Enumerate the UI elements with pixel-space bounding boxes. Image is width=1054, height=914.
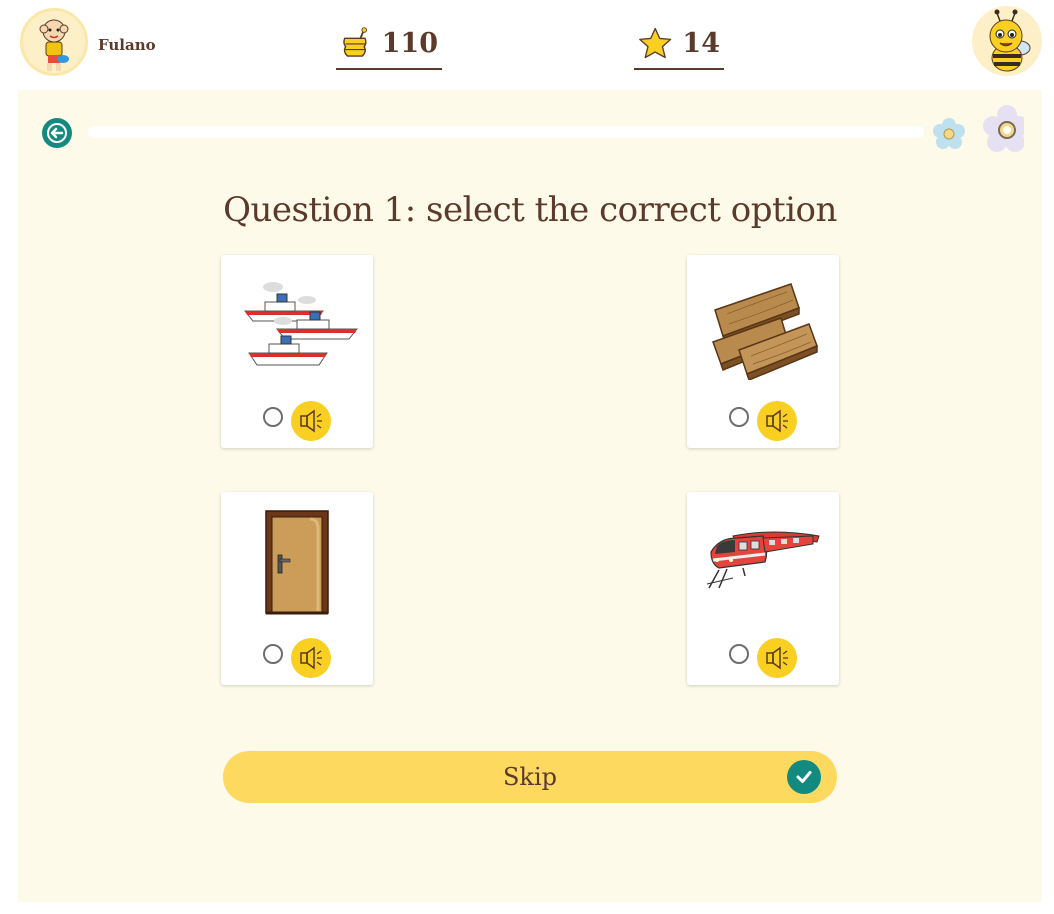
honey-pot-icon [343, 27, 367, 57]
play-audio-button[interactable] [291, 401, 331, 441]
star-count: 14 [682, 27, 720, 59]
star-counter: 14 [634, 18, 724, 70]
honey-count: 110 [381, 27, 438, 59]
check-circle-icon [787, 760, 821, 794]
play-audio-button[interactable] [291, 638, 331, 678]
option-radio[interactable] [729, 644, 749, 664]
bee-mascot[interactable] [972, 6, 1042, 76]
speaker-icon [766, 646, 788, 670]
option-card-ships[interactable] [221, 255, 373, 448]
back-arrow-icon [47, 123, 67, 143]
bee-mascot-icon [989, 9, 1031, 72]
back-button[interactable] [42, 118, 72, 148]
option-card-door[interactable] [221, 492, 373, 685]
option-card-planks[interactable] [687, 255, 839, 448]
honey-counter: 110 [336, 18, 442, 70]
door-icon [221, 492, 373, 632]
ships-icon [221, 255, 373, 395]
skip-button[interactable]: Skip [223, 751, 837, 803]
progress-bar [88, 126, 924, 138]
option-radio[interactable] [263, 407, 283, 427]
play-audio-button[interactable] [757, 638, 797, 678]
flower-icon [981, 104, 1029, 160]
option-radio[interactable] [263, 644, 283, 664]
top-bar: Fulano 110 14 [0, 0, 1054, 90]
skip-label: Skip [502, 763, 558, 791]
quiz-panel: Question 1: select the correct option Sk… [18, 90, 1042, 902]
star-icon [639, 27, 672, 59]
username: Fulano [98, 36, 156, 54]
child-character-avatar-icon [39, 19, 69, 71]
wooden-planks-icon [687, 255, 839, 395]
user-avatar[interactable] [20, 8, 88, 76]
speaker-icon [300, 409, 322, 433]
play-audio-button[interactable] [757, 401, 797, 441]
train-icon [687, 492, 839, 632]
option-card-train[interactable] [687, 492, 839, 685]
flower-icon [931, 116, 967, 156]
speaker-icon [300, 646, 322, 670]
question-title: Question 1: select the correct option [223, 190, 837, 230]
option-radio[interactable] [729, 407, 749, 427]
speaker-icon [766, 409, 788, 433]
